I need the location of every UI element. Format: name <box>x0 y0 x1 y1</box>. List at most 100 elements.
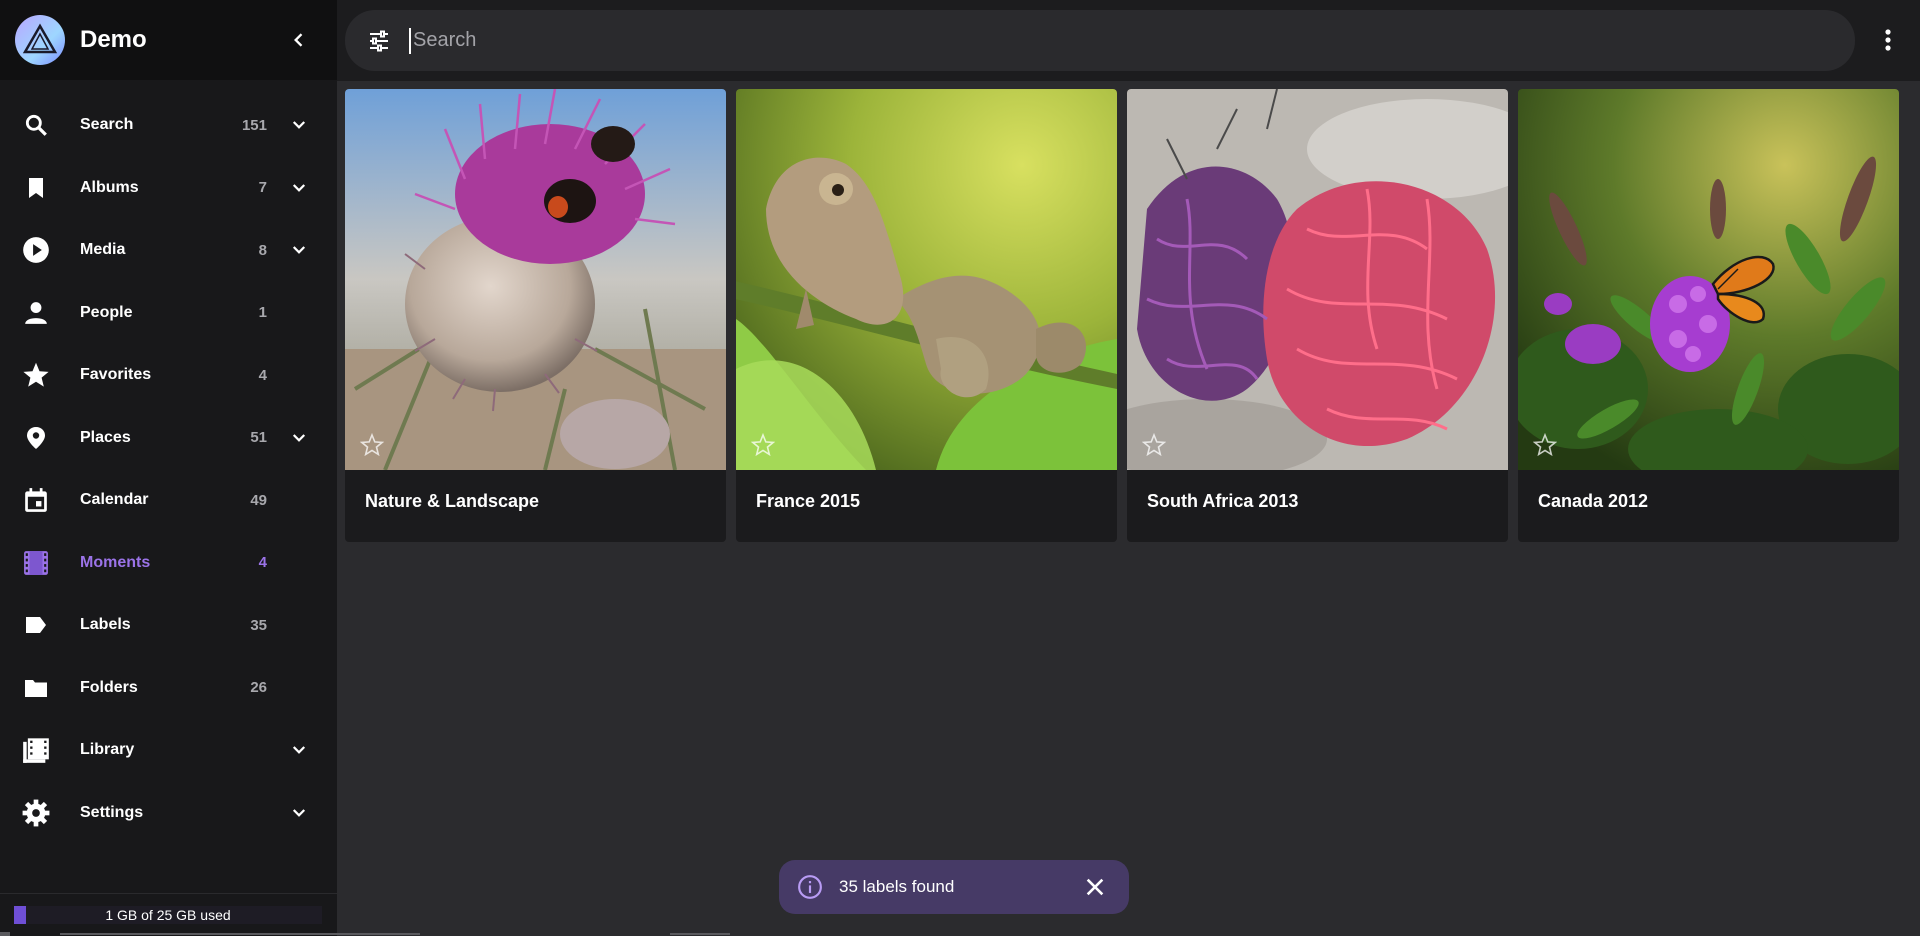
expand-button[interactable] <box>281 107 317 143</box>
more-options-button[interactable] <box>1870 22 1906 58</box>
search-icon <box>22 111 50 139</box>
sidebar-item-count: 51 <box>250 429 267 447</box>
sidebar-item-calendar[interactable]: Calendar 49 <box>0 469 337 532</box>
place-pin-icon <box>22 424 50 452</box>
expand-button[interactable] <box>281 420 317 456</box>
favorite-star-button[interactable] <box>750 432 776 458</box>
sidebar-item-library[interactable]: Library <box>0 719 337 782</box>
chevron-down-icon <box>292 246 306 255</box>
sidebar-item-labels[interactable]: Labels 35 <box>0 594 337 657</box>
seaweed-photo <box>1127 89 1508 470</box>
storage-progress-bar: 1 GB of 25 GB used <box>14 906 322 924</box>
film-icon <box>22 549 50 577</box>
sidebar-item-count: 49 <box>250 491 267 509</box>
app-logo[interactable] <box>15 15 65 65</box>
moment-thumbnail[interactable] <box>1518 89 1899 470</box>
expand-button[interactable] <box>281 170 317 206</box>
star-outline-icon <box>1533 433 1557 457</box>
favorite-star-button[interactable] <box>359 432 385 458</box>
sidebar-item-folders[interactable]: Folders 26 <box>0 657 337 720</box>
folder-icon <box>22 674 50 702</box>
sidebar: Demo Search 151 Albums 7 Media 8 People … <box>0 0 337 936</box>
gear-icon <box>22 799 50 827</box>
sidebar-item-moments[interactable]: Moments 4 <box>0 532 337 595</box>
label-icon <box>22 611 50 639</box>
sidebar-item-label: Albums <box>80 178 139 196</box>
sidebar-item-count: 35 <box>250 616 267 634</box>
sidebar-item-label: Media <box>80 241 126 259</box>
moment-title: South Africa 2013 <box>1147 491 1299 511</box>
sidebar-item-label: Search <box>80 116 134 134</box>
moment-thumbnail[interactable] <box>736 89 1117 470</box>
snackbar-notification: 35 labels found <box>779 860 1129 914</box>
sidebar-item-label: Favorites <box>80 366 152 384</box>
play-circle-icon <box>22 236 50 264</box>
chevron-left-icon <box>294 33 303 47</box>
moment-thumbnail[interactable] <box>1127 89 1508 470</box>
moment-card[interactable]: France 2015 <box>736 89 1117 542</box>
sidebar-item-count: 151 <box>241 116 267 134</box>
star-outline-icon <box>1142 433 1166 457</box>
storage-usage: 1 GB of 25 GB used <box>0 893 337 936</box>
chevron-down-icon <box>292 183 306 192</box>
expand-button[interactable] <box>281 232 317 268</box>
app: Demo Search 151 Albums 7 Media 8 People … <box>0 0 1920 936</box>
butterfly-photo <box>1518 89 1899 470</box>
library-icon <box>22 736 50 764</box>
chameleon-photo <box>736 89 1117 470</box>
info-icon <box>798 875 822 899</box>
storage-usage-text: 1 GB of 25 GB used <box>105 907 231 923</box>
sidebar-item-count: 4 <box>258 554 267 572</box>
sidebar-item-label: Library <box>80 741 135 759</box>
sidebar-item-search[interactable]: Search 151 <box>0 94 337 157</box>
bookmark-icon <box>22 174 50 202</box>
close-icon <box>1086 878 1104 896</box>
sidebar-item-label: Folders <box>80 678 138 696</box>
sidebar-item-count: 4 <box>258 366 267 384</box>
star-outline-icon <box>751 433 775 457</box>
moment-card[interactable]: Nature & Landscape <box>345 89 726 542</box>
favorite-star-button[interactable] <box>1141 432 1167 458</box>
brand-title: Demo <box>80 26 147 53</box>
moment-thumbnail[interactable] <box>345 89 726 470</box>
brand-header: Demo <box>0 0 337 80</box>
sidebar-item-count: 7 <box>258 179 267 197</box>
sidebar-item-label: Moments <box>80 553 151 571</box>
search-bar <box>345 10 1855 71</box>
sidebar-item-favorites[interactable]: Favorites 4 <box>0 344 337 407</box>
sidebar-item-places[interactable]: Places 51 <box>0 407 337 470</box>
moment-title: Nature & Landscape <box>365 491 540 511</box>
filter-toggle-button[interactable] <box>357 19 401 63</box>
person-icon <box>22 299 50 327</box>
expand-button[interactable] <box>281 795 317 831</box>
moment-card[interactable]: South Africa 2013 <box>1127 89 1508 542</box>
chevron-down-icon <box>292 433 306 442</box>
star-icon <box>22 361 50 389</box>
sidebar-item-label: Places <box>80 428 131 446</box>
favorite-star-button[interactable] <box>1532 432 1558 458</box>
sidebar-item-count: 1 <box>258 304 267 322</box>
sidebar-item-count: 26 <box>250 679 267 697</box>
snackbar-close-button[interactable] <box>1079 871 1111 903</box>
moment-card[interactable]: Canada 2012 <box>1518 89 1899 542</box>
storage-progress-fill <box>14 906 27 924</box>
tune-icon <box>370 30 388 51</box>
sidebar-item-label: Labels <box>80 616 131 634</box>
chevron-down-icon <box>292 746 306 755</box>
top-toolbar <box>337 0 1920 81</box>
collapse-sidebar-button[interactable] <box>281 22 317 58</box>
search-input[interactable] <box>409 27 1855 54</box>
expand-button[interactable] <box>281 732 317 768</box>
star-outline-icon <box>360 433 384 457</box>
sidebar-item-albums[interactable]: Albums 7 <box>0 157 337 220</box>
sidebar-item-label: Settings <box>80 803 144 821</box>
sidebar-item-people[interactable]: People 1 <box>0 282 337 345</box>
moment-title: France 2015 <box>756 491 861 511</box>
bottom-scroll-indicator <box>0 932 730 936</box>
more-vertical-icon <box>1885 29 1891 51</box>
sidebar-item-settings[interactable]: Settings <box>0 782 337 845</box>
sidebar-item-media[interactable]: Media 8 <box>0 219 337 282</box>
snackbar-message: 35 labels found <box>839 877 955 896</box>
calendar-icon <box>22 486 50 514</box>
chevron-down-icon <box>292 808 306 817</box>
